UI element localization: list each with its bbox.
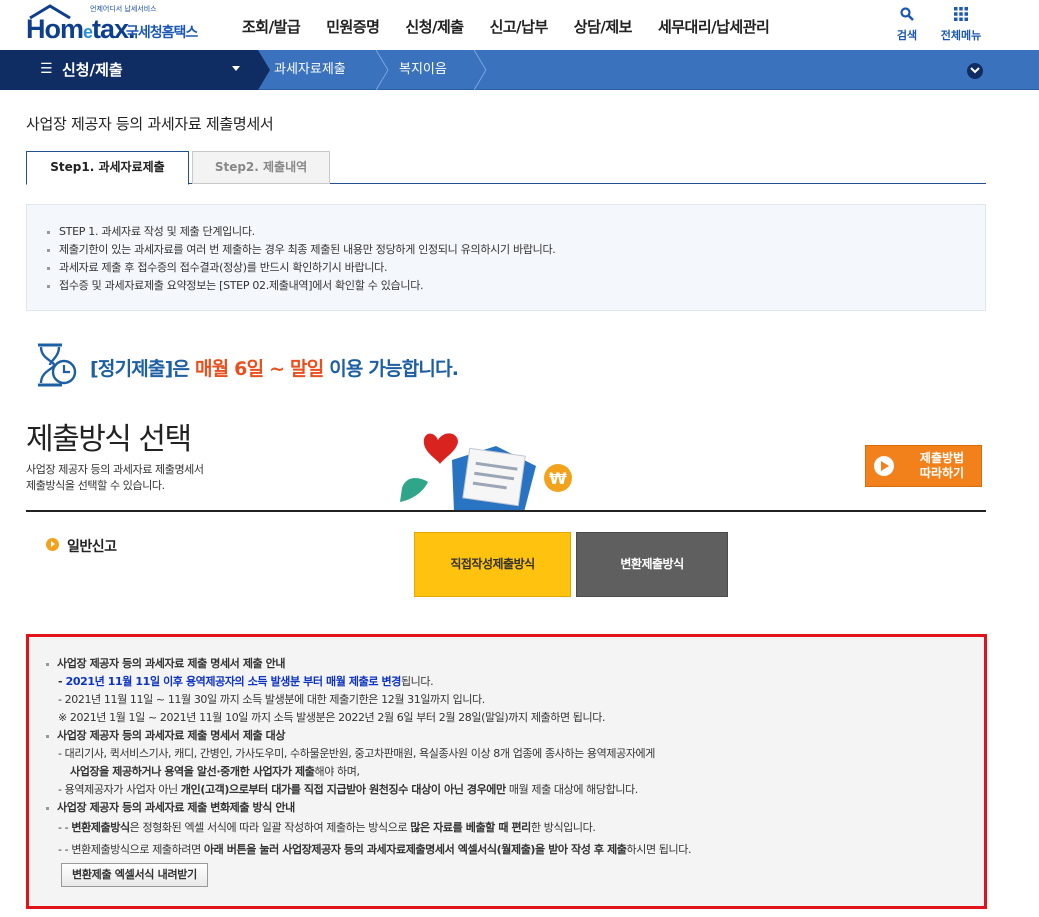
page-title: 사업장 제공자 등의 과세자료 제출명세서 — [26, 115, 274, 133]
gnb-item-report[interactable]: 신고/납부 — [490, 16, 549, 37]
direct-entry-button[interactable]: 직접작성제출방식 — [414, 532, 571, 597]
tab-step2[interactable]: Step2. 제출내역 — [192, 151, 330, 184]
notice-heading: 사업장 제공자 등의 과세자료 제출 명세서 제출 대상 — [45, 727, 984, 745]
global-nav: 조회/발급 민원증명 신청/제출 신고/납부 상담/제보 세무대리/납세관리 — [242, 16, 795, 37]
chevron-right-icon — [474, 50, 487, 90]
hamburger-icon: ☰ — [40, 61, 53, 77]
all-menu-label: 전체메뉴 — [940, 29, 982, 42]
download-excel-button[interactable]: 변환제출 엑셀서식 내려받기 — [61, 863, 208, 887]
chevron-right-icon — [376, 50, 389, 90]
method-section-title: 제출방식 선택 — [26, 422, 192, 457]
info-item: STEP 1. 과세자료 작성 및 제출 단계입니다. — [47, 223, 985, 241]
hometax-logo[interactable]: 언제어디서 납세서비스 Hometax. 국세청홈택스 — [26, 4, 216, 48]
notice-line: 사업장을 제공하거나 용역을 알선·중개한 사업자가 제출해야 하며, — [70, 765, 360, 778]
logo-korean-name: 국세청홈택스 — [126, 25, 198, 41]
guide-button[interactable]: 제출방법 따라하기 — [865, 445, 982, 487]
logo-tagline: 언제어디서 납세서비스 — [90, 5, 157, 13]
gnb-item-agent[interactable]: 세무대리/납세관리 — [658, 16, 770, 37]
info-item: 접수증 및 과세자료제출 요약정보는 [STEP 02.제출내역]에서 확인할 … — [47, 277, 985, 295]
nav-expand-button[interactable] — [967, 63, 983, 79]
tab-step1[interactable]: Step1. 과세자료제출 — [26, 151, 189, 185]
notice-line: - 2021년 11월 11일 이후 용역제공자의 소득 발생분 부터 매월 제… — [58, 675, 434, 688]
breadcrumb-item-tax-data[interactable]: 과세자료제출 — [274, 50, 346, 90]
location-bar: ☰ 신청/제출 과세자료제출 복지이음 — [0, 50, 1039, 90]
breadcrumb-item-welfare[interactable]: 복지이음 — [399, 50, 447, 90]
chevron-right-icon — [258, 50, 270, 90]
logo-brand: Hometax. — [26, 14, 136, 44]
grid-icon — [954, 7, 968, 21]
notice-heading: 사업장 제공자 등의 과세자료 제출 변화제출 방식 안내 — [45, 799, 984, 817]
info-item: 과세자료 제출 후 접수증의 접수결과(정상)를 반드시 확인하기시 바랍니다. — [47, 259, 985, 277]
gnb-item-apply[interactable]: 신청/제출 — [405, 16, 464, 37]
arrow-bullet-icon — [46, 538, 59, 551]
caret-down-icon — [232, 66, 240, 71]
chevron-down-icon — [970, 67, 980, 74]
notice-line: - 용역제공자가 사업자 아닌 개인(고객)으로부터 대가를 직접 지급받아 원… — [58, 783, 638, 796]
search-button[interactable]: 검색 — [882, 6, 932, 43]
top-header: 언제어디서 납세서비스 Hometax. 국세청홈택스 조회/발급 민원증명 신… — [0, 0, 1039, 50]
notice-heading: 사업장 제공자 등의 과세자료 제출 명세서 제출 안내 — [45, 655, 984, 673]
conversion-submit-button[interactable]: 변환제출방식 — [576, 532, 728, 597]
notice-line: ※ 2021년 1월 1일 ~ 2021년 11월 10일 까지 소득 발생분은… — [58, 711, 606, 724]
all-menu-button[interactable]: 전체메뉴 — [936, 6, 986, 43]
notice-line: - - 변환제출방식은 정형화된 엑셀 서식에 따라 일괄 작성하여 제출하는 … — [58, 821, 596, 834]
step-info-box: STEP 1. 과세자료 작성 및 제출 단계입니다. 제출기한이 있는 과세자… — [26, 204, 986, 311]
hourglass-clock-icon — [38, 343, 77, 387]
notice-box: 사업장 제공자 등의 과세자료 제출 명세서 제출 안내 - 2021년 11월… — [26, 634, 987, 909]
gnb-item-certificate[interactable]: 민원증명 — [326, 16, 380, 37]
general-report-label: 일반신고 — [67, 539, 117, 555]
guide-label: 제출방법 따라하기 — [919, 451, 965, 480]
gnb-item-consult[interactable]: 상담/제보 — [574, 16, 633, 37]
notice-line: - 2021년 11월 11일 ~ 11월 30일 까지 소득 발생분에 대한 … — [58, 693, 485, 706]
regular-submission-period: [정기제출]은 매월 6일 ~ 말일 이용 가능합니다. — [90, 358, 459, 380]
section-divider — [26, 510, 986, 512]
nav-main-label: 신청/제출 — [62, 61, 123, 79]
svg-text:₩: ₩ — [549, 469, 567, 488]
notice-line: - - 변환제출방식으로 제출하려면 아래 버튼을 눌러 사업장제공자 등의 과… — [58, 843, 692, 856]
search-label: 검색 — [896, 29, 918, 42]
nav-main-menu[interactable]: ☰ 신청/제출 — [0, 50, 258, 90]
search-icon — [900, 7, 914, 21]
play-icon — [874, 456, 894, 476]
info-item: 제출기한이 있는 과세자료를 여러 번 제출하는 경우 최종 제출된 내용만 정… — [47, 241, 985, 259]
document-illustration-icon: ₩ — [400, 433, 572, 512]
method-description: 사업장 제공자 등의 과세자료 제출명세서 제출방식을 선택할 수 있습니다. — [26, 463, 204, 492]
gnb-item-inquiry[interactable]: 조회/발급 — [242, 16, 301, 37]
step-tabs: Step1. 과세자료제출 Step2. 제출내역 — [26, 151, 986, 185]
notice-line: - 대리기사, 퀵서비스기사, 캐디, 간병인, 가사도우미, 수하물운반원, … — [58, 747, 655, 760]
